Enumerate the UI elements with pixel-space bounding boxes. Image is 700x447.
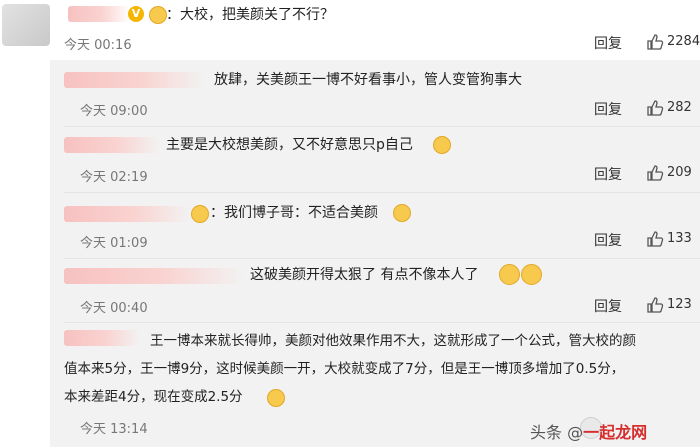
v-badge-icon: V [128, 6, 144, 22]
like-count: 209 [667, 165, 692, 180]
comment-time: 今天 00:16 [64, 38, 132, 53]
like-count: 133 [667, 231, 692, 246]
reply-text: 主要是大校想美颜，又不好意思只p自己 [166, 137, 413, 153]
username-blurred[interactable] [64, 268, 244, 284]
reply-button[interactable]: 回复 [594, 164, 622, 184]
divider [64, 126, 700, 127]
emoji-icon [433, 136, 451, 154]
reply-button[interactable]: 回复 [594, 296, 622, 316]
comment-text: ：大校，把美颜关了不行？ [166, 7, 334, 23]
reply-text: 这破美颜开得太狠了 有点不像本人了 [250, 267, 479, 283]
like-count: 123 [667, 297, 692, 312]
reply-text: 放肆，关美颜王一博不好看事小，管人变管狗事大 [214, 72, 522, 88]
thumbs-up-icon[interactable] [646, 99, 664, 117]
divider [64, 192, 700, 193]
reply-time: 今天 09:00 [80, 104, 148, 119]
reply-text-line: 值本来5分，王一博9分，这时候美颜一开，大校就变成了7分，但是王一博顶多增加了0… [64, 361, 625, 377]
emoji-icon [191, 205, 209, 223]
watermark-prefix: 头条 @ [530, 423, 584, 442]
watermark-brand: 一起龙网 [583, 423, 648, 442]
reply-button[interactable]: 回复 [594, 230, 622, 250]
reply-text: ：我们博子哥：不适合美颜 [210, 205, 378, 221]
thumbs-up-icon[interactable] [646, 33, 664, 51]
username-blurred[interactable] [64, 72, 204, 88]
username-blurred[interactable] [64, 330, 140, 346]
like-count: 2284 [667, 34, 700, 49]
reply-button[interactable]: 回复 [594, 33, 622, 53]
watermark-text: 头条 @一起龙网 [530, 419, 647, 443]
divider [64, 258, 700, 259]
divider [64, 322, 700, 323]
reply-text-line: 王一博本来就长得帅，美颜对他效果作用不大，这就形成了一个公式，管大校的颜 [150, 333, 636, 349]
emoji-icon [267, 389, 285, 407]
reply-time: 今天 02:19 [80, 170, 148, 185]
reply-time: 今天 01:09 [80, 236, 148, 251]
top-comment: V ：大校，把美颜关了不行？ 今天 00:16 回复 2284 [0, 0, 700, 58]
username-blurred[interactable] [64, 206, 190, 222]
reply-button[interactable]: 回复 [594, 99, 622, 119]
reply-time: 今天 13:14 [80, 422, 148, 437]
avatar[interactable] [2, 4, 50, 46]
username-blurred[interactable] [64, 137, 160, 153]
emoji-icon [521, 264, 542, 285]
reply-time: 今天 00:40 [80, 301, 148, 316]
username-blurred[interactable] [68, 6, 130, 22]
like-count: 282 [667, 100, 692, 115]
thumbs-up-icon[interactable] [646, 164, 664, 182]
reply-text-line: 本来差距4分，现在变成2.5分 [64, 389, 243, 405]
thumbs-up-icon[interactable] [646, 296, 664, 314]
thumbs-up-icon[interactable] [646, 230, 664, 248]
emoji-icon [149, 6, 167, 24]
emoji-icon [393, 204, 411, 222]
emoji-icon [499, 264, 520, 285]
